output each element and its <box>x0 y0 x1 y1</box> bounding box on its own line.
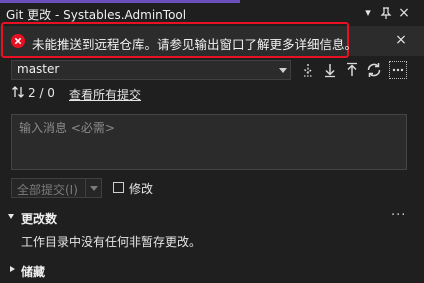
more-icon[interactable] <box>389 61 407 79</box>
commit-all-label: 全部提交(I) <box>17 183 78 197</box>
amend-label[interactable]: 修改 <box>129 180 153 197</box>
title-accent-line <box>0 0 240 3</box>
branch-name: master <box>17 62 60 76</box>
sync-icon[interactable] <box>365 61 383 79</box>
window-menu-button[interactable]: ▾ <box>360 5 376 21</box>
close-window-button[interactable]: × <box>396 5 412 21</box>
close-info-bar-button[interactable]: × <box>393 32 409 48</box>
window-title: Git 更改 - Systables.AdminTool <box>6 8 187 22</box>
error-message: 未能推送到远程仓库。请参见输出窗口了解更多详细信息。 <box>32 37 358 52</box>
chevron-down-icon <box>90 186 98 191</box>
pin-icon[interactable] <box>378 5 394 21</box>
changes-more-button[interactable]: ··· <box>391 208 406 223</box>
outgoing-incoming-counts: 2 / 0 <box>28 86 55 100</box>
amend-checkbox[interactable] <box>113 182 124 193</box>
chevron-down-icon[interactable] <box>279 68 287 73</box>
expand-collapse-icon[interactable] <box>8 214 14 219</box>
incoming-outgoing-icon <box>11 85 25 99</box>
error-icon <box>10 33 26 49</box>
changes-section-header[interactable]: 更改数 <box>21 210 57 227</box>
view-all-commits-link[interactable]: 查看所有提交 <box>69 86 141 103</box>
no-changes-text: 工作目录中没有任何非暂存更改。 <box>21 235 202 249</box>
commit-message-placeholder: 输入消息 <必需> <box>19 121 115 135</box>
push-icon[interactable] <box>343 61 361 79</box>
pull-icon[interactable] <box>321 61 339 79</box>
stashes-section-header[interactable]: 储藏 <box>21 263 45 280</box>
fetch-icon[interactable] <box>299 61 317 79</box>
expand-collapse-icon[interactable] <box>10 266 15 272</box>
